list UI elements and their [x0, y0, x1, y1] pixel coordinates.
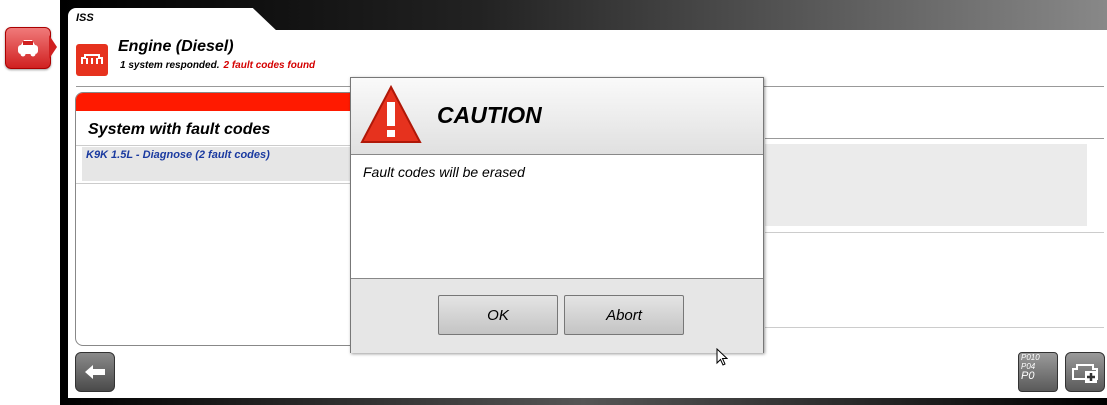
vehicle-menu-button[interactable]: [5, 27, 51, 69]
divider: [765, 138, 1104, 139]
tab-iss[interactable]: ISS: [68, 8, 278, 32]
systems-panel: System with fault codes K9K 1.5L - Diagn…: [75, 92, 367, 346]
ok-button[interactable]: OK: [438, 295, 558, 335]
divider: [765, 232, 1104, 233]
abort-button[interactable]: Abort: [564, 295, 684, 335]
status-line: 1 system responded. 2 fault codes found: [120, 60, 315, 71]
back-arrow-icon: [85, 365, 105, 379]
left-button-pointer: [49, 35, 57, 59]
detail-area: [765, 144, 1087, 226]
back-button[interactable]: [75, 352, 115, 392]
left-strip: [0, 0, 60, 405]
engine-add-icon: [1072, 364, 1098, 383]
engine-add-button[interactable]: [1065, 352, 1105, 392]
divider: [765, 327, 1104, 328]
car-icon: [18, 40, 38, 57]
bottom-bar: [60, 398, 1107, 405]
fault-codes-button[interactable]: P010 P04 P0: [1018, 352, 1058, 392]
engine-icon: [76, 44, 108, 76]
caution-dialog: CAUTION Fault codes will be erased OK Ab…: [350, 77, 764, 353]
responded-text: 1 system responded.: [120, 60, 220, 71]
list-item-label: K9K 1.5L - Diagnose (2 fault codes): [86, 149, 270, 161]
codes-line: P0: [1021, 370, 1035, 382]
divider: [76, 183, 366, 184]
panel-header-bar: [76, 93, 366, 111]
panel-title: System with fault codes: [88, 121, 271, 138]
divider: [76, 145, 366, 146]
mouse-cursor-icon: [716, 348, 728, 366]
dialog-header: CAUTION: [351, 78, 763, 155]
codes-line: P010: [1021, 353, 1040, 362]
tab-label: ISS: [76, 12, 94, 24]
dialog-footer: OK Abort: [351, 278, 763, 353]
warning-triangle-icon: [360, 84, 422, 143]
fault-count-text: 2 fault codes found: [223, 60, 316, 71]
dialog-title: CAUTION: [437, 102, 542, 128]
list-item[interactable]: K9K 1.5L - Diagnose (2 fault codes): [82, 147, 358, 181]
page-title: Engine (Diesel): [118, 38, 234, 55]
dialog-message: Fault codes will be erased: [363, 164, 525, 180]
